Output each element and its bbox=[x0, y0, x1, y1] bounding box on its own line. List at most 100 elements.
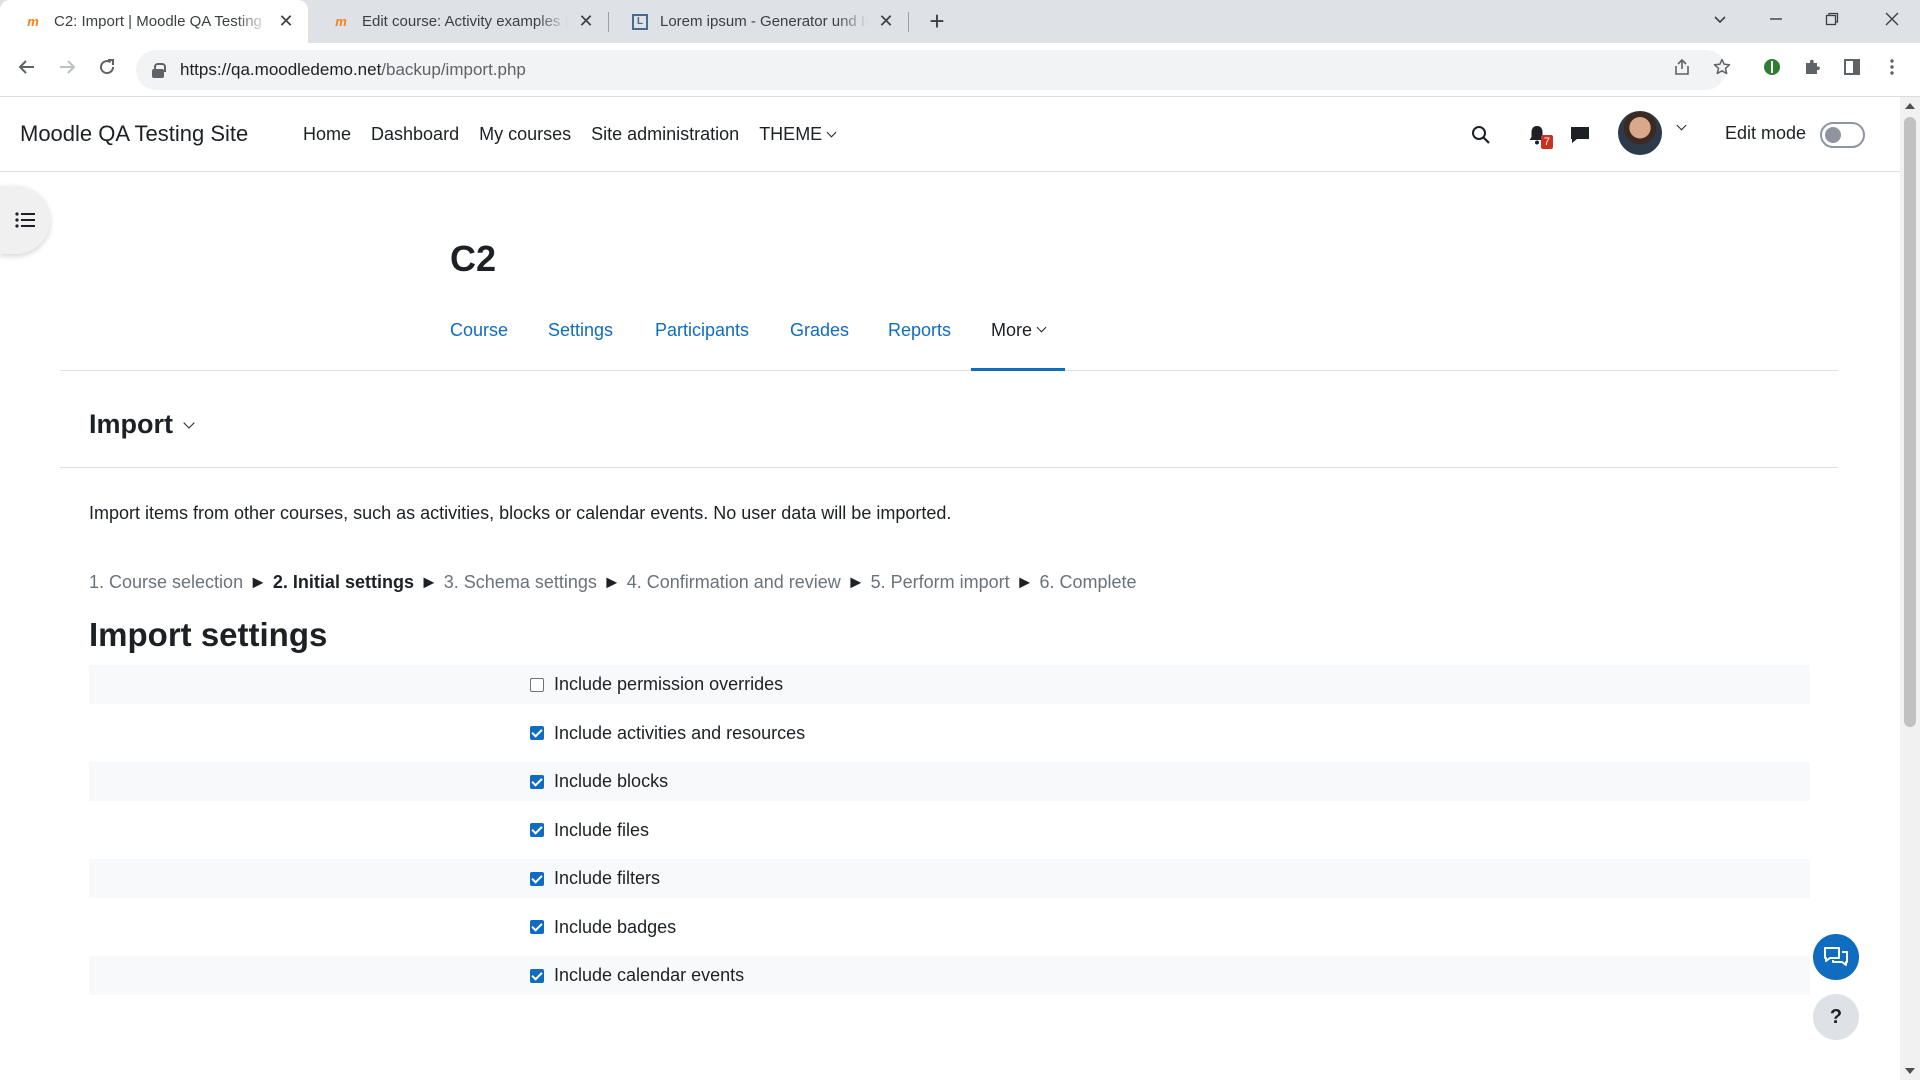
back-icon[interactable] bbox=[11, 54, 43, 86]
checkbox-files[interactable] bbox=[530, 823, 544, 837]
scroll-up-icon[interactable] bbox=[1905, 103, 1915, 109]
step-course-selection: 1. Course selection bbox=[89, 572, 244, 592]
edit-mode-label: Edit mode bbox=[1725, 123, 1807, 143]
page-heading-dropdown[interactable]: Import bbox=[89, 409, 195, 440]
nav-home[interactable]: Home bbox=[303, 124, 351, 145]
nav-my-courses[interactable]: My courses bbox=[479, 124, 571, 145]
edit-mode-toggle[interactable] bbox=[1820, 122, 1865, 148]
setting-row: Include files bbox=[89, 801, 1810, 859]
step-initial-settings: 2. Initial settings bbox=[272, 572, 414, 592]
close-tab-icon[interactable]: ✕ bbox=[276, 11, 296, 32]
step-arrow: ► bbox=[846, 572, 865, 592]
checkbox-activities-resources[interactable] bbox=[530, 726, 544, 740]
import-progress-steps: 1. Course selection ► 2. Initial settings ►… bbox=[89, 572, 1137, 593]
page-scrollbar[interactable] bbox=[1900, 97, 1920, 1080]
setting-label[interactable]: Include badges bbox=[554, 917, 676, 938]
checkbox-filters[interactable] bbox=[530, 871, 544, 886]
url-text: https://qa.moodledemo.net/backup/import.… bbox=[180, 60, 526, 79]
step-schema-settings: 3. Schema settings bbox=[443, 572, 597, 592]
setting-row: Include calendar events bbox=[89, 956, 1810, 995]
restore-icon[interactable] bbox=[1804, 0, 1860, 40]
setting-label[interactable]: Include calendar events bbox=[554, 965, 744, 986]
nav-dashboard[interactable]: Dashboard bbox=[371, 124, 459, 145]
tab-search-icon[interactable] bbox=[1692, 0, 1748, 40]
tab-course[interactable]: Course bbox=[450, 320, 508, 371]
address-bar[interactable]: https://qa.moodledemo.net/backup/import.… bbox=[136, 50, 1726, 90]
close-tab-icon[interactable]: ✕ bbox=[876, 11, 896, 32]
setting-label[interactable]: Include files bbox=[554, 820, 649, 841]
lock-icon bbox=[152, 63, 166, 78]
reload-icon[interactable] bbox=[91, 54, 123, 86]
checkbox-permission-overrides[interactable] bbox=[530, 677, 544, 692]
setting-label[interactable]: Include permission overrides bbox=[554, 674, 783, 695]
chevron-down-icon bbox=[183, 416, 195, 429]
bookmark-star-icon[interactable] bbox=[1708, 56, 1736, 84]
messages-icon[interactable] bbox=[1562, 117, 1598, 153]
tab-participants[interactable]: Participants bbox=[655, 320, 749, 371]
search-icon[interactable] bbox=[1463, 117, 1499, 153]
course-title: C2 bbox=[450, 238, 497, 279]
checkbox-blocks[interactable] bbox=[530, 774, 544, 789]
step-confirmation-review: 4. Confirmation and review bbox=[626, 572, 841, 592]
browser-tab-edit-course[interactable]: m Edit course: Activity examples | Moodl… bbox=[308, 0, 608, 43]
browser-tab-import[interactable]: m C2: Import | Moodle QA Testing Site ✕ bbox=[0, 0, 308, 43]
close-tab-icon[interactable]: ✕ bbox=[576, 11, 596, 32]
user-menu-chevron-icon[interactable] bbox=[1676, 120, 1687, 131]
step-perform-import: 5. Perform import bbox=[870, 572, 1010, 592]
setting-row: Include badges bbox=[89, 898, 1810, 956]
import-settings-heading: Import settings bbox=[89, 616, 328, 653]
nav-theme-dropdown[interactable]: THEME bbox=[759, 124, 837, 145]
moodle-favicon-icon: m bbox=[335, 14, 347, 29]
notifications-bell-icon[interactable]: 7 bbox=[1519, 117, 1555, 153]
step-arrow: ► bbox=[602, 572, 621, 592]
share-icon[interactable] bbox=[1668, 56, 1696, 84]
user-avatar[interactable] bbox=[1618, 111, 1662, 155]
moodle-navbar: Moodle QA Testing Site Home Dashboard My… bbox=[0, 97, 1900, 172]
browser-tabstrip: m C2: Import | Moodle QA Testing Site ✕ … bbox=[0, 0, 1920, 43]
step-arrow: ► bbox=[249, 572, 267, 592]
side-panel-icon[interactable] bbox=[1836, 54, 1868, 86]
close-window-icon[interactable] bbox=[1864, 0, 1920, 40]
tab-title: C2: Import | Moodle QA Testing Site bbox=[54, 13, 268, 30]
setting-label[interactable]: Include blocks bbox=[554, 771, 668, 792]
scrollbar-thumb[interactable] bbox=[1904, 117, 1916, 727]
moodle-favicon-icon: m bbox=[27, 14, 39, 29]
site-name[interactable]: Moodle QA Testing Site bbox=[20, 121, 248, 147]
step-arrow: ► bbox=[419, 572, 438, 592]
setting-row: Include permission overrides bbox=[89, 665, 1810, 704]
step-arrow: ► bbox=[1015, 572, 1034, 592]
page-heading: Import bbox=[89, 409, 173, 439]
help-button[interactable]: ? bbox=[1813, 994, 1859, 1040]
tab-reports[interactable]: Reports bbox=[888, 320, 951, 371]
new-tab-button[interactable]: + bbox=[922, 6, 952, 36]
chevron-down-icon bbox=[1036, 322, 1047, 333]
nav-site-administration[interactable]: Site administration bbox=[591, 124, 739, 145]
scroll-down-icon[interactable] bbox=[1905, 1068, 1915, 1074]
extension-shield-icon[interactable] bbox=[1756, 54, 1788, 86]
import-intro-text: Import items from other courses, such as… bbox=[89, 503, 952, 523]
notification-count-badge: 7 bbox=[1540, 135, 1553, 149]
browser-tab-lorem[interactable]: L Lorem ipsum - Generator und Infos ✕ bbox=[608, 0, 908, 43]
step-complete: 6. Complete bbox=[1039, 572, 1137, 592]
minimize-icon[interactable] bbox=[1748, 0, 1804, 40]
chat-button[interactable] bbox=[1813, 934, 1859, 980]
primary-navigation: Home Dashboard My courses Site administr… bbox=[303, 124, 855, 145]
setting-label[interactable]: Include filters bbox=[554, 868, 660, 889]
forward-icon[interactable] bbox=[51, 54, 83, 86]
list-icon bbox=[15, 212, 35, 228]
tab-grades[interactable]: Grades bbox=[790, 320, 849, 371]
browser-menu-icon[interactable] bbox=[1876, 54, 1908, 86]
setting-label[interactable]: Include activities and resources bbox=[554, 723, 805, 744]
course-secondary-nav: Course Settings Participants Grades Repo… bbox=[60, 310, 1838, 371]
tab-title: Edit course: Activity examples | Moodle … bbox=[362, 13, 568, 30]
course-index-toggle[interactable] bbox=[0, 186, 50, 254]
import-settings-list: Include permission overrides Include act… bbox=[89, 665, 1810, 995]
tab-separator bbox=[908, 12, 909, 32]
extensions-puzzle-icon[interactable] bbox=[1796, 54, 1828, 86]
checkbox-badges[interactable] bbox=[530, 920, 544, 934]
tab-more-dropdown[interactable]: More bbox=[971, 320, 1066, 371]
checkbox-calendar-events[interactable] bbox=[530, 968, 544, 983]
tab-settings[interactable]: Settings bbox=[548, 320, 613, 371]
nav-theme-label: THEME bbox=[759, 124, 823, 144]
browser-toolbar: https://qa.moodledemo.net/backup/import.… bbox=[0, 43, 1920, 97]
